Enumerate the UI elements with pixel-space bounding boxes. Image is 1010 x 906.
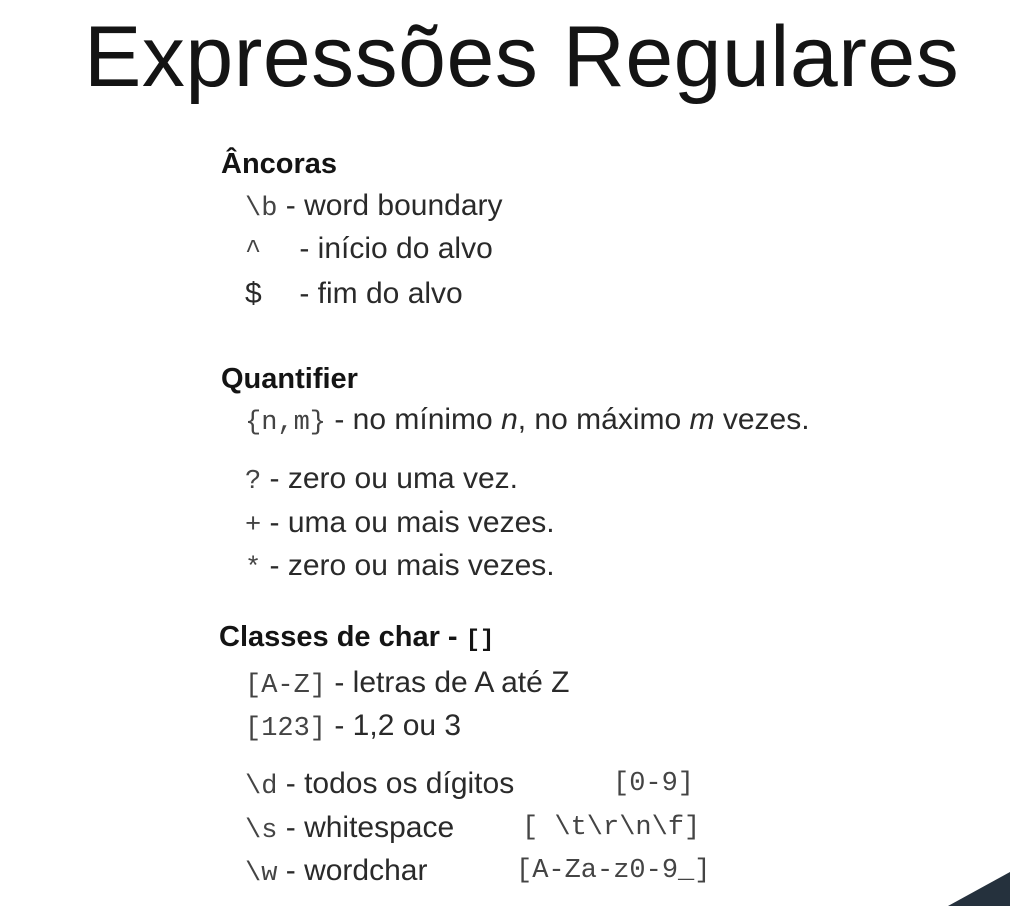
- class-equivalent: [0-9]: [613, 769, 695, 799]
- class-code: \s: [245, 816, 278, 846]
- anchor-code: \b: [245, 194, 278, 224]
- anchor-code: ^: [245, 237, 262, 267]
- class-item-digits-set: [123] - 1,2 ou 3: [245, 711, 461, 743]
- class-code: [A-Z]: [245, 671, 327, 701]
- class-item-whitespace: \s - whitespace: [245, 813, 454, 845]
- class-code: \d: [245, 772, 278, 802]
- quantifier-code: {n,m}: [245, 408, 327, 438]
- class-desc: - 1,2 ou 3: [326, 709, 462, 742]
- quantifier-item-plus: + - uma ou mais vezes.: [245, 508, 555, 540]
- quantifier-item-optional: ? - zero ou uma vez.: [245, 464, 518, 496]
- class-desc: - wordchar: [277, 854, 428, 887]
- class-code: \w: [245, 859, 278, 889]
- class-desc: - letras de A até Z: [326, 666, 570, 699]
- class-desc: - whitespace: [277, 811, 455, 844]
- class-code: [123]: [245, 714, 327, 744]
- class-desc: - todos os dígitos: [277, 767, 515, 800]
- anchor-code: $: [245, 277, 262, 310]
- classes-heading-code: []: [465, 627, 495, 654]
- quantifier-var-n: n: [501, 403, 518, 436]
- quantifier-code: +: [245, 511, 262, 541]
- anchor-item-word-boundary: \b - word boundary: [245, 191, 503, 223]
- quantifier-desc: - uma ou mais vezes.: [261, 506, 555, 539]
- quantifier-heading: Quantifier: [221, 363, 358, 395]
- anchor-desc: - word boundary: [277, 189, 503, 222]
- quantifier-code: ?: [245, 467, 262, 497]
- anchor-desc: - início do alvo: [291, 232, 493, 265]
- quantifier-desc: - zero ou uma vez.: [261, 462, 518, 495]
- classes-heading: Classes de char - []: [219, 623, 494, 653]
- classes-heading-text: Classes de char -: [219, 621, 466, 653]
- class-equivalent: [A-Za-z0-9_]: [516, 856, 711, 886]
- quantifier-code: *: [245, 554, 262, 584]
- anchor-desc: - fim do alvo: [291, 277, 463, 310]
- quantifier-desc: - zero ou mais vezes.: [261, 549, 555, 582]
- class-equivalent: [ \t\r\n\f]: [522, 813, 701, 843]
- class-item-digit: \d - todos os dígitos: [245, 769, 514, 801]
- anchor-item-end: $ - fim do alvo: [245, 279, 463, 309]
- quantifier-item-star: * - zero ou mais vezes.: [245, 551, 555, 583]
- corner-decoration: [948, 872, 1010, 906]
- quantifier-desc: vezes.: [714, 403, 810, 436]
- quantifier-item-range: {n,m} - no mínimo n, no máximo m vezes.: [245, 405, 810, 437]
- quantifier-desc: , no máximo: [517, 403, 690, 436]
- class-item-wordchar: \w - wordchar: [245, 856, 427, 888]
- quantifier-var-m: m: [689, 403, 715, 436]
- quantifier-desc: - no mínimo: [326, 403, 502, 436]
- anchor-item-start: ^ - início do alvo: [245, 234, 493, 266]
- class-item-letters: [A-Z] - letras de A até Z: [245, 668, 569, 700]
- slide-title: Expressões Regulares: [84, 9, 960, 105]
- anchors-heading: Âncoras: [221, 148, 338, 180]
